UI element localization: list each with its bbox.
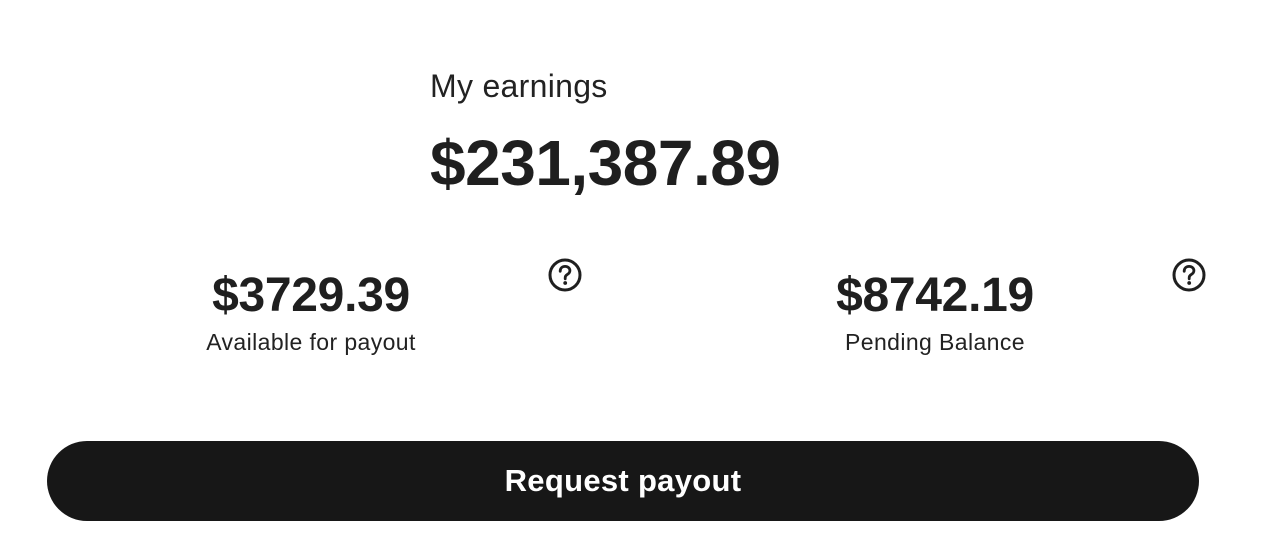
available-for-payout-label: Available for payout: [206, 329, 416, 355]
available-for-payout-stat: $3729.39 Available for payout: [160, 268, 462, 356]
pending-balance-stat: $8742.19 Pending Balance: [784, 268, 1086, 356]
request-payout-button[interactable]: Request payout: [47, 441, 1199, 521]
pending-balance-label: Pending Balance: [845, 329, 1025, 355]
pending-balance-value: $8742.19: [836, 269, 1034, 322]
earnings-header: My earnings $231,387.89: [430, 66, 781, 199]
available-help-icon[interactable]: [548, 258, 582, 292]
available-for-payout-value: $3729.39: [212, 269, 410, 322]
pending-help-icon[interactable]: [1172, 258, 1206, 292]
earnings-total-value: $231,387.89: [430, 127, 781, 199]
earnings-label: My earnings: [430, 68, 608, 104]
